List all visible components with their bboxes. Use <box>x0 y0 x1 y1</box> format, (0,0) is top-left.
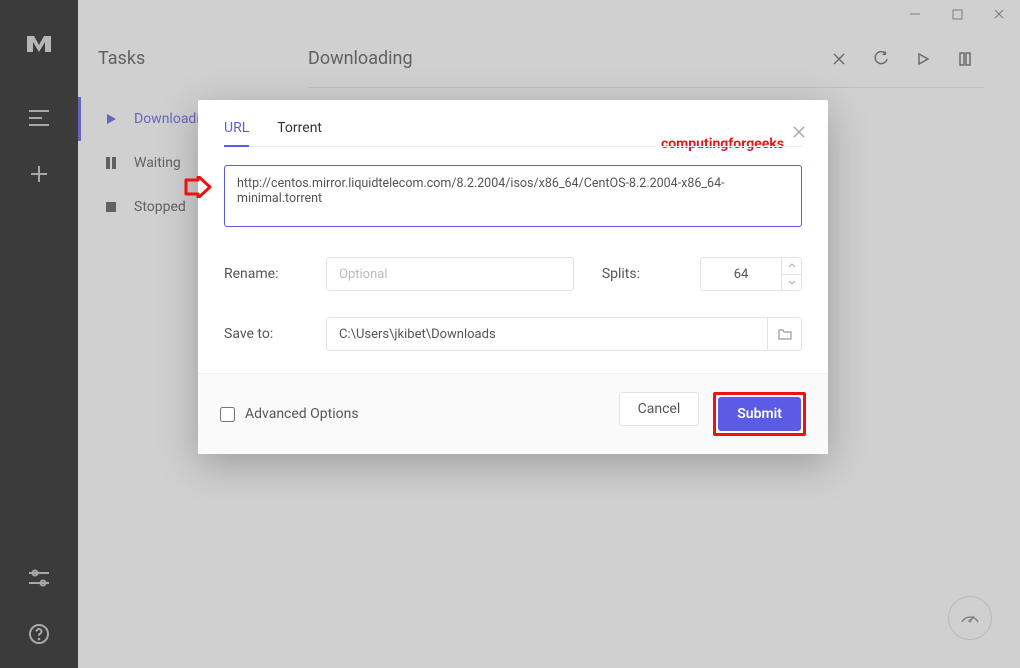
url-input[interactable] <box>224 165 802 227</box>
advanced-options-checkbox[interactable]: Advanced Options <box>220 406 359 422</box>
new-task-dialog: computingforgeeks URL Torrent Rename: Sp… <box>198 100 828 454</box>
cancel-button[interactable]: Cancel <box>619 392 700 426</box>
tab-url[interactable]: URL <box>224 120 249 146</box>
rename-input[interactable] <box>326 257 574 291</box>
save-to-label: Save to: <box>224 326 326 342</box>
submit-button[interactable]: Submit <box>718 397 801 431</box>
annotation-submit-highlight: Submit <box>713 392 806 436</box>
browse-folder-icon[interactable] <box>768 317 802 351</box>
advanced-options-input[interactable] <box>220 407 235 422</box>
splits-down-icon[interactable] <box>782 275 801 291</box>
dialog-close-icon[interactable] <box>792 124 808 140</box>
splits-stepper[interactable] <box>782 257 802 291</box>
save-to-input[interactable] <box>326 317 768 351</box>
splits-input[interactable] <box>700 257 782 291</box>
splits-up-icon[interactable] <box>782 258 801 275</box>
annotation-arrow-icon <box>184 176 212 202</box>
rename-label: Rename: <box>224 266 326 282</box>
tab-torrent[interactable]: Torrent <box>277 120 322 146</box>
splits-label: Splits: <box>602 266 640 282</box>
advanced-options-label: Advanced Options <box>245 406 359 422</box>
